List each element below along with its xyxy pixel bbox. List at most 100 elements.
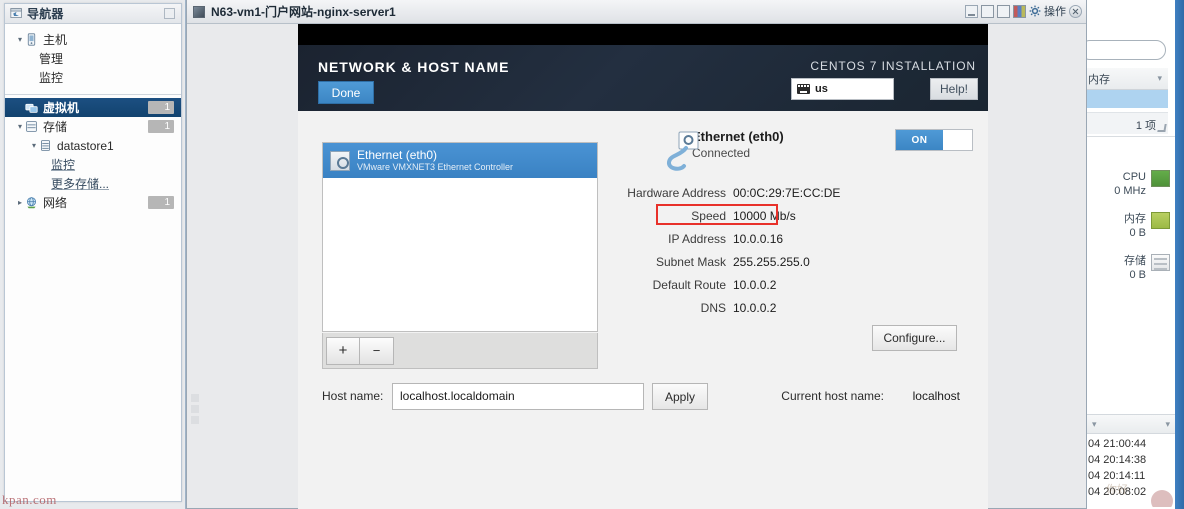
navigator-divider — [5, 94, 181, 95]
chevron-down-icon[interactable]: ▾ — [1157, 73, 1162, 84]
sidebar-item-network[interactable]: ▸ 网络 1 — [5, 193, 181, 212]
vm-icon — [25, 103, 38, 113]
sidebar-badge-count: 1 — [148, 120, 174, 133]
vm-console-titlebar[interactable]: N63-vm1-门户网站-nginx-server1 操作 — [187, 0, 1086, 24]
datastore-icon — [41, 140, 50, 151]
panel-divider — [1086, 136, 1176, 137]
device-detail-fields: Hardware Address 00:0C:29:7E:CC:DE Speed… — [608, 181, 968, 319]
maximize-icon[interactable] — [997, 4, 1010, 18]
navigator-panel: 导航器 ▾ 主机 管理 监控 虚拟机 1 ▾ 存储 1 ▾ datastore1… — [0, 0, 186, 509]
network-device-list[interactable]: Ethernet (eth0) VMware VMXNET3 Ethernet … — [322, 142, 598, 332]
done-button[interactable]: Done — [318, 81, 374, 104]
sidebar-item-datastore-monitor[interactable]: 监控 — [5, 155, 181, 174]
detail-value: 10000 Mb/s — [733, 208, 796, 223]
vm-console-body: NETWORK & HOST NAME Done CENTOS 7 INSTAL… — [187, 24, 1086, 509]
vm-console-toolbar: 操作 — [965, 3, 1082, 19]
vm-console-icon — [193, 5, 205, 18]
resource-metrics: CPU 0 MHz 内存 0 B 存储 0 B — [1086, 170, 1176, 296]
navigator-header: 导航器 — [5, 4, 181, 24]
restore-icon[interactable] — [981, 4, 994, 18]
strip-marker — [191, 405, 199, 413]
guest-os-screen[interactable]: NETWORK & HOST NAME Done CENTOS 7 INSTAL… — [298, 24, 988, 509]
host-name-input[interactable]: localhost.localdomain — [392, 383, 644, 410]
recent-tasks-header[interactable]: ▾ ▾ — [1086, 414, 1176, 434]
installer-header: NETWORK & HOST NAME Done CENTOS 7 INSTAL… — [298, 45, 988, 111]
configure-button[interactable]: Configure... — [872, 325, 957, 351]
navigator-tree: ▾ 主机 管理 监控 虚拟机 1 ▾ 存储 1 ▾ datastore1 监控 … — [5, 24, 181, 216]
vm-list-fragment: 内存 ▾ 1 项 CPU 0 MHz 内存 0 B 存储 0 B ▾ ▾ 04 … — [1080, 0, 1176, 509]
vm-console-window: N63-vm1-门户网站-nginx-server1 操作 NETWORK & … — [186, 0, 1087, 509]
navigator-pin-button[interactable] — [164, 8, 175, 19]
help-button[interactable]: Help! — [930, 78, 978, 100]
metric-value: 0 B — [1129, 269, 1146, 281]
search-input[interactable] — [1080, 40, 1166, 60]
watermark-logo: 你好 — [1106, 482, 1173, 507]
network-plug-icon — [667, 131, 699, 171]
metric-text: 内存 0 B — [1124, 212, 1146, 240]
actions-menu-label[interactable]: 操作 — [1044, 3, 1066, 19]
sidebar-item-label: 虚拟机 — [43, 101, 80, 115]
detail-label: Subnet Mask — [655, 254, 726, 269]
sidebar-item-storage[interactable]: ▾ 存储 1 — [5, 117, 181, 136]
watermark-text: kpan.com — [2, 492, 57, 507]
detail-label: Speed — [691, 208, 726, 223]
sidebar-item-monitor[interactable]: 监控 — [5, 68, 181, 87]
detail-value: 00:0C:29:7E:CC:DE — [733, 185, 841, 200]
sidebar-item-label: 网络 — [43, 196, 68, 210]
device-enable-toggle[interactable]: ON — [895, 129, 973, 151]
chevron-down-icon[interactable]: ▾ — [15, 122, 25, 131]
keyboard-icon — [797, 84, 810, 94]
detail-row-hardware-address: Hardware Address 00:0C:29:7E:CC:DE — [608, 181, 968, 204]
sidebar-item-label: 监控 — [39, 71, 64, 85]
table-row[interactable] — [1086, 90, 1168, 108]
remove-device-button[interactable]: − — [360, 336, 394, 365]
metric-label: 存储 — [1124, 255, 1146, 267]
metric-cpu: CPU 0 MHz — [1086, 170, 1176, 198]
sidebar-item-label: 更多存储... — [51, 177, 110, 191]
chevron-down-icon[interactable]: ▾ — [1165, 419, 1170, 430]
detail-row-speed: Speed 10000 Mb/s — [608, 204, 968, 227]
sidebar-item-datastore1[interactable]: ▾ datastore1 — [5, 136, 181, 155]
toggle-on-label: ON — [896, 130, 943, 150]
list-item[interactable]: Ethernet (eth0) VMware VMXNET3 Ethernet … — [323, 143, 597, 178]
host-name-label: Host name: — [322, 389, 384, 403]
detail-row-default-route: Default Route 10.0.0.2 — [608, 273, 968, 296]
sidebar-item-more-storage[interactable]: 更多存储... — [5, 174, 181, 193]
resize-grip[interactable] — [1157, 124, 1167, 132]
navigator-group-inventory: 虚拟机 1 ▾ 存储 1 ▾ datastore1 监控 更多存储... ▸ 网… — [5, 98, 181, 216]
navigator-group-host: ▾ 主机 管理 监控 — [5, 30, 181, 91]
svg-text:你好: 你好 — [1106, 482, 1128, 496]
strip-marker — [191, 416, 199, 424]
gear-icon[interactable] — [1029, 5, 1041, 17]
chevron-down-icon[interactable]: ▾ — [15, 35, 25, 44]
close-icon[interactable] — [1069, 4, 1082, 18]
screenshot-icon[interactable] — [1013, 4, 1026, 18]
keyboard-layout-indicator[interactable]: us — [791, 78, 894, 100]
sidebar-badge-count: 1 — [148, 101, 174, 114]
keyboard-layout-label: us — [815, 83, 828, 95]
detail-value: 10.0.0.16 — [733, 231, 784, 246]
metric-text: CPU 0 MHz — [1114, 170, 1146, 198]
apply-button[interactable]: Apply — [652, 383, 708, 410]
filter-icon[interactable]: ▾ — [1092, 419, 1097, 430]
detail-label: IP Address — [668, 231, 726, 246]
navigator-icon — [10, 8, 22, 18]
installer-content: Ethernet (eth0) VMware VMXNET3 Ethernet … — [298, 111, 988, 509]
detail-row-subnet-mask: Subnet Mask 255.255.255.0 — [608, 250, 968, 273]
sidebar-item-host[interactable]: ▾ 主机 — [5, 30, 181, 49]
sidebar-item-manage[interactable]: 管理 — [5, 49, 181, 68]
metric-label: CPU — [1122, 171, 1146, 183]
add-device-button[interactable]: + — [326, 336, 360, 365]
column-header-label: 内存 — [1088, 73, 1110, 86]
sidebar-badge-count: 1 — [148, 196, 174, 209]
item-count-value: 1 项 — [1135, 120, 1156, 132]
column-header-memory[interactable]: 内存 ▾ — [1086, 68, 1168, 90]
sidebar-item-label: 监控 — [51, 158, 76, 172]
device-name: Ethernet (eth0) — [357, 147, 438, 162]
item-count-label: 1 项 — [1086, 112, 1168, 134]
chevron-down-icon[interactable]: ▾ — [29, 141, 39, 150]
sidebar-item-virtual-machines[interactable]: 虚拟机 1 — [5, 98, 181, 117]
minimize-icon[interactable] — [965, 4, 978, 18]
chevron-right-icon[interactable]: ▸ — [15, 198, 25, 207]
screen-letterbox — [298, 24, 988, 45]
